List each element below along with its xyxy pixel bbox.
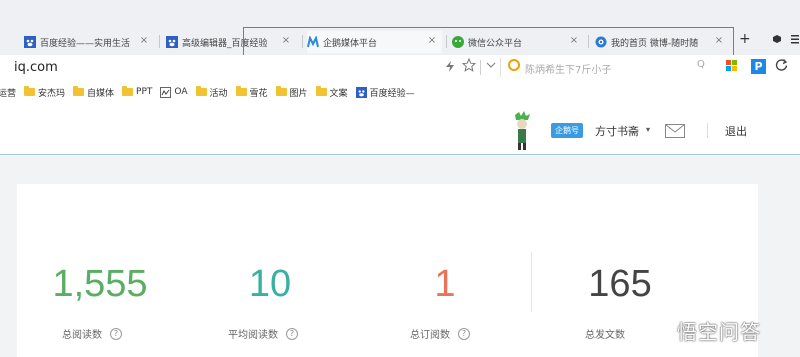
bookmark-label: OA [174, 87, 188, 97]
bookmark-label: 自媒体 [87, 88, 115, 99]
search-submit-icon[interactable]: Q [697, 59, 705, 70]
bookmark-folder[interactable]: 自媒体 [73, 86, 114, 99]
tab-label: 百度经验——实用生活 [40, 38, 131, 49]
windows-tile-icon[interactable] [726, 60, 738, 72]
bookmark-folder[interactable]: 文案 [315, 86, 348, 99]
stat-total-subscriptions: 1 [390, 262, 500, 306]
lightning-icon[interactable] [446, 61, 454, 75]
refresh-icon[interactable] [775, 58, 788, 75]
stat-label-total-posts: 总发文数 [585, 326, 625, 341]
folder-icon [73, 86, 85, 96]
bookmark-folder[interactable]: 雪花 [235, 86, 268, 99]
browser-tab-strip: 百度经验——实用生活 × 高级编辑器_百度经验 × 企鹅媒体平台 × 微信公众平… [0, 0, 800, 59]
stat-label-total-subscriptions: 总订阅数 ? [410, 326, 470, 341]
watermark: 悟空问答 [647, 316, 761, 345]
bookmark-item[interactable]: 百度经验— [355, 86, 415, 99]
folder-icon [275, 86, 287, 96]
tab-close-icon[interactable]: × [138, 35, 150, 46]
baidu-icon [24, 36, 36, 48]
oa-icon [160, 86, 172, 98]
bookmark-label: 百度经验— [369, 88, 415, 99]
search-icon [508, 59, 520, 71]
watermark-text: 悟空问答 [677, 320, 761, 344]
stat-label: 总阅读数 [62, 330, 102, 341]
mail-icon[interactable] [665, 123, 685, 138]
bookmark-label: 活动 [209, 88, 228, 99]
new-tab-button[interactable]: + [739, 31, 751, 47]
bookmark-star-icon[interactable] [461, 57, 477, 76]
tab-divider [159, 35, 160, 48]
bookmark-folder[interactable]: 活动 [195, 86, 228, 99]
stat-label: 总订阅数 [410, 330, 450, 341]
folder-icon [195, 86, 207, 96]
header-divider [707, 123, 708, 138]
help-icon[interactable]: ? [458, 327, 470, 340]
stat-label: 平均阅读数 [228, 330, 278, 341]
bookmark-label: 安杰玛 [38, 88, 66, 99]
caret-down-icon[interactable]: ▾ [646, 125, 650, 134]
account-type-badge: 企鹅号 [551, 123, 583, 138]
site-header: 企鹅号 方寸书斋 ▾ 退出 [0, 103, 800, 155]
bookmark-folder[interactable]: 图片 [275, 86, 308, 99]
stat-value: 1,555 [52, 263, 148, 305]
folder-icon [122, 86, 134, 96]
bookmark-label: 图片 [289, 88, 308, 99]
address-divider [480, 60, 481, 75]
stat-total-posts: 165 [565, 262, 675, 306]
stat-value: 165 [588, 263, 652, 305]
bookmark-label: 运营 [0, 88, 17, 99]
bookmark-item[interactable]: 运营 [0, 86, 16, 99]
account-name[interactable]: 方寸书斋 [595, 123, 639, 139]
stat-value: 1 [434, 263, 456, 305]
folder-icon [24, 86, 36, 96]
address-bar: iq.com 陈炳希生下7斤小子 Q P [0, 55, 800, 81]
baidu-icon [355, 86, 367, 98]
folder-icon [315, 86, 327, 96]
search-placeholder: 陈炳希生下7斤小子 [525, 65, 612, 76]
stat-label-avg-reads: 平均阅读数 ? [228, 326, 298, 341]
bookmark-folder[interactable]: PPT [122, 86, 153, 97]
bookmark-folder[interactable]: 安杰玛 [24, 86, 65, 99]
help-icon[interactable]: ? [110, 327, 122, 340]
stat-total-reads: 1,555 [45, 262, 155, 306]
folder-icon [235, 86, 247, 96]
logout-link[interactable]: 退出 [725, 123, 747, 139]
chevron-down-icon[interactable] [486, 60, 496, 73]
tab-list-icon[interactable] [791, 34, 799, 47]
tab-baidu-jingyan[interactable]: 百度经验——实用生活 × [24, 31, 154, 53]
bookmark-item[interactable]: OA [160, 86, 188, 98]
stat-avg-reads: 10 [215, 262, 325, 306]
help-icon[interactable]: ? [286, 327, 298, 340]
stat-label-total-reads: 总阅读数 ? [62, 326, 122, 341]
bookmark-label: PPT [136, 87, 153, 97]
url-field[interactable]: iq.com [14, 60, 58, 75]
speech-bubble-icon [647, 319, 673, 343]
p-extension-icon[interactable]: P [751, 59, 766, 74]
baidu-icon [166, 36, 178, 48]
stat-value: 10 [248, 263, 292, 305]
stats-divider [531, 252, 532, 312]
bookmark-label: 雪花 [249, 88, 268, 99]
avatar[interactable] [511, 111, 533, 151]
bookmarks-bar: 运营 安杰玛 自媒体 PPT OA 活动 雪花 图片 文案 百度经验— [0, 81, 800, 103]
extensions-icon[interactable] [772, 34, 782, 47]
bookmark-label: 文案 [329, 88, 348, 99]
stat-label: 总发文数 [585, 330, 625, 341]
